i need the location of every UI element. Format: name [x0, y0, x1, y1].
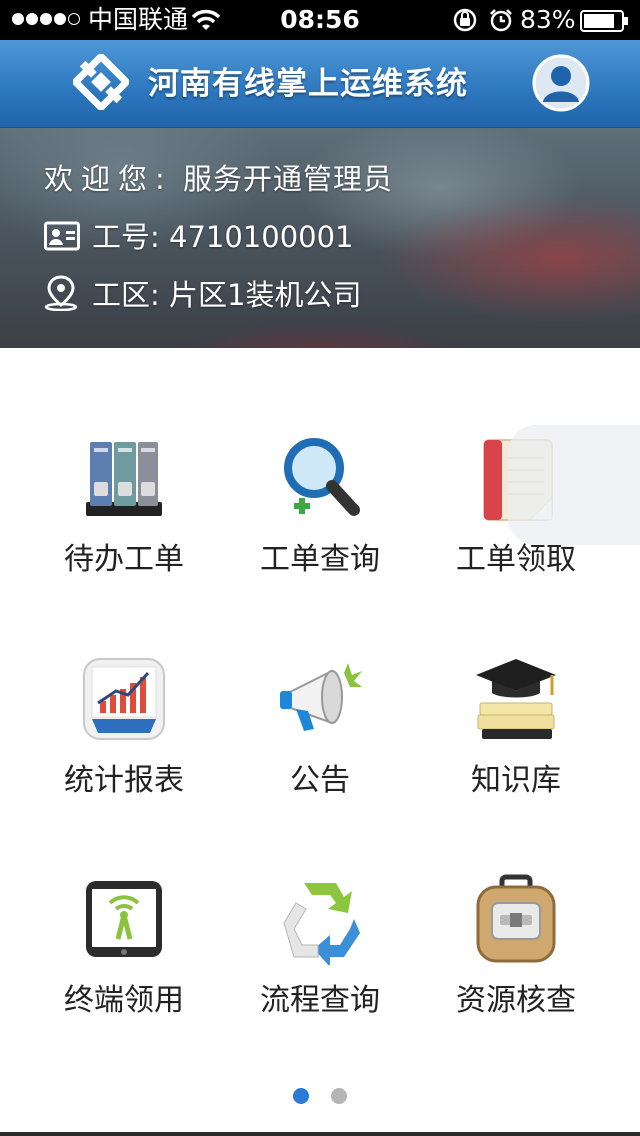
recycle-arrows-icon: [283, 883, 360, 965]
megaphone-icon: [280, 663, 362, 731]
page-indicator: [0, 1088, 640, 1106]
user-name: 服务开通管理员: [183, 162, 394, 196]
menu-item-process-query[interactable]: 流程查询: [222, 873, 418, 1043]
id-card-icon: [44, 221, 80, 251]
menu-item-label: 资源核查: [456, 983, 576, 1018]
menu-item-label: 流程查询: [260, 983, 380, 1018]
graph-icon: [83, 658, 165, 740]
work-area-label: 工区:: [92, 278, 160, 312]
menu-item-label: 工单查询: [260, 542, 380, 577]
menu-item-knowledge-base[interactable]: 知识库: [418, 653, 614, 823]
employee-id-value: 4710100001: [169, 220, 354, 254]
user-info-banner: 欢迎您: 服务开通管理员 工号: 4710100001 工区: 片区1装机公司: [0, 128, 640, 348]
menu-item-label: 公告: [290, 763, 350, 798]
page-dot-1[interactable]: [293, 1088, 310, 1104]
menu-item-label: 工单领取: [456, 542, 576, 577]
graduation-cap-books-icon: [476, 659, 556, 739]
status-bar: 中国联通 08:56 83%: [0, 0, 640, 40]
page-title: 河南有线掌上运维系统: [148, 66, 468, 102]
menu-item-statistics-report[interactable]: 统计报表: [26, 653, 222, 823]
safe-case-icon: [476, 874, 556, 963]
menu-item-label: 知识库: [471, 763, 561, 798]
binders-icon: [86, 442, 162, 516]
tablet-signal-icon: [86, 881, 162, 957]
battery-icon: [580, 10, 628, 32]
bottom-divider: [0, 1132, 640, 1136]
menu-item-order-query[interactable]: 工单查询: [222, 432, 418, 602]
app-screen: 中国联通 08:56 83% 河南有线掌上运维系统 欢迎您: 服务开通管理员 工…: [0, 0, 640, 1136]
magnifier-icon: [284, 438, 360, 516]
menu-item-announcement[interactable]: 公告: [222, 653, 418, 823]
menu-item-resource-check[interactable]: 资源核查: [418, 873, 614, 1043]
menu-item-label: 统计报表: [64, 763, 184, 798]
menu-item-label: 终端领用: [64, 983, 184, 1018]
alarm-icon: [490, 9, 512, 32]
page-dot-2[interactable]: [330, 1088, 347, 1104]
rotation-lock-icon: [453, 8, 477, 32]
app-header: 河南有线掌上运维系统: [0, 40, 640, 128]
welcome-label: 欢迎您:: [44, 162, 173, 196]
user-avatar-icon[interactable]: [532, 54, 590, 112]
employee-id-label: 工号:: [92, 220, 160, 254]
assistive-touch-handle[interactable]: [508, 425, 640, 545]
work-area-value: 片区1装机公司: [169, 278, 362, 312]
battery-percent: 83%: [520, 5, 576, 34]
diamond-logo-icon: [73, 54, 129, 110]
menu-item-todo-orders[interactable]: 待办工单: [26, 432, 222, 602]
menu-item-terminal-requisition[interactable]: 终端领用: [26, 873, 222, 1043]
location-pin-icon: [44, 275, 78, 311]
menu-item-label: 待办工单: [64, 542, 184, 577]
